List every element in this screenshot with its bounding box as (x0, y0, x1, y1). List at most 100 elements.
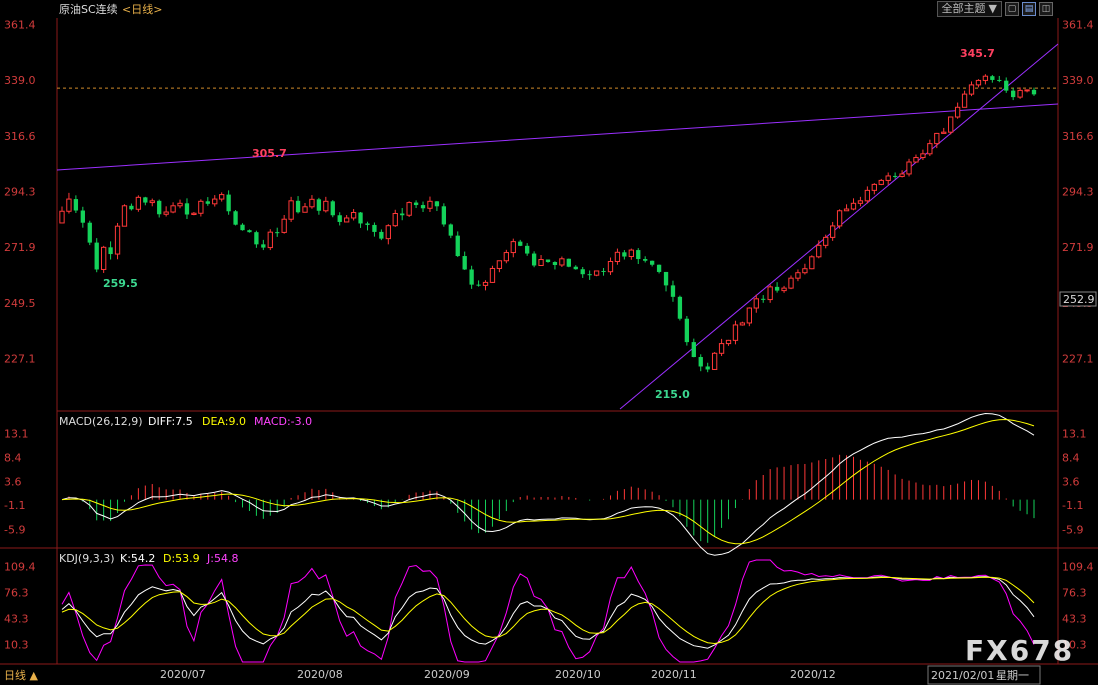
price-tick-label: 361.4 (1062, 18, 1094, 31)
last-price-value: 252.9 (1063, 293, 1095, 306)
candle-body (1017, 89, 1023, 98)
candle-body (302, 206, 308, 213)
candle-body (968, 84, 975, 95)
candle-body (365, 223, 370, 225)
candle-body (163, 211, 169, 215)
kdj-axis: 109.4 109.476.3 76.343.3 43.310.3 10.3 (4, 561, 1094, 652)
date-label: 2020/11 (651, 668, 697, 681)
candle-body (233, 211, 238, 225)
candle-body (400, 213, 405, 216)
candle-body (767, 286, 773, 301)
candle-body (975, 79, 982, 86)
candle-body (711, 352, 718, 370)
candle-body (677, 296, 683, 319)
candle-body (157, 200, 162, 215)
candle-body (108, 247, 113, 255)
price-tick-label: 316.6 (1062, 130, 1094, 143)
candle-body (205, 201, 210, 204)
candle-body (476, 284, 481, 286)
candle-body (80, 210, 85, 223)
price-tick-label: 294.3 (1062, 185, 1094, 198)
candle-body (885, 175, 891, 181)
candle-body (593, 270, 600, 276)
candle-body (614, 251, 621, 263)
candle-body (538, 259, 544, 266)
low-price-label-1: 259.5 (103, 277, 138, 290)
macd-diff-value: DIFF:7.5 (148, 415, 193, 428)
candle-body (573, 266, 578, 270)
candle-body (920, 153, 926, 159)
main-price-axis: 361.4 361.4 339.0 339.0 316.6 316.6 294.3 294.3… (4, 18, 1094, 365)
candle-body (878, 179, 884, 185)
candle-body (73, 199, 79, 211)
macd-histogram (68, 454, 1035, 543)
candle-body (913, 157, 919, 163)
kdj-tick-label: 109.4 (4, 561, 36, 574)
price-tick-label: 339.0 (4, 74, 36, 87)
macd-indicator-name[interactable]: MACD(26,12,9) (59, 415, 143, 428)
candle-body (531, 253, 537, 266)
chart-canvas[interactable]: 361.4 361.4 339.0 339.0 316.6 316.6 294.3 294.3… (0, 0, 1098, 685)
candle-body (372, 224, 377, 232)
candle-body (663, 271, 669, 286)
period-label[interactable]: <日线> (122, 2, 162, 16)
candle-body (691, 342, 696, 358)
cursor-date: 2021/02/01 (931, 669, 994, 682)
candle-body (496, 260, 503, 269)
macd-tick-label: -1.1 (1062, 499, 1083, 512)
candle-body (649, 260, 655, 265)
price-tick-label: 339.0 (1062, 74, 1094, 87)
candle-body (503, 252, 509, 262)
macd-tick-label: 13.1 (4, 428, 29, 441)
layout-icon[interactable]: ◫ (1039, 2, 1053, 16)
candle-body (510, 241, 516, 254)
candle-body (267, 231, 273, 249)
price-tick-label: 227.1 (1062, 353, 1094, 366)
date-label: 2020/10 (555, 668, 601, 681)
chart-window: 361.4 361.4 339.0 339.0 316.6 316.6 294.3 294.3… (0, 0, 1098, 685)
date-label: 2020/09 (424, 668, 470, 681)
macd-axis: 13.1 13.1 8.4 8.4 3.6 3.6 -1.1 -1.1 -5.9 -5.9 (4, 428, 1087, 537)
theme-dropdown[interactable]: 全部主题 ▼ (936, 1, 1002, 17)
candle-body (462, 256, 467, 270)
candle-body (906, 161, 912, 175)
candle-body (899, 173, 905, 177)
candle-body (823, 236, 829, 246)
theme-dropdown-label: 全部主题 (941, 2, 986, 15)
candle-body (358, 212, 363, 224)
candle-body (580, 269, 585, 275)
candle-body (344, 217, 350, 223)
kdj-lines (61, 559, 1035, 663)
date-label: 2020/12 (790, 668, 836, 681)
candle-body (198, 200, 204, 214)
maximize-icon[interactable]: ▤ (1022, 2, 1036, 16)
kdj-tick-label: 43.3 (1062, 613, 1087, 626)
candle-body (434, 201, 440, 207)
candle-body (781, 287, 787, 292)
candle-body (87, 222, 92, 243)
kdj-j-value: J:54.8 (206, 552, 238, 565)
macd-value: MACD:-3.0 (254, 415, 312, 428)
macd-tick-label: 13.1 (1062, 428, 1087, 441)
candle-body (816, 244, 822, 258)
period-switch[interactable]: 日线 ▲ (4, 668, 38, 682)
candle-body (525, 245, 530, 254)
low-price-label-2: 215.0 (655, 388, 690, 401)
kdj-tick-label: 76.3 (4, 587, 29, 600)
candle-body (990, 76, 995, 80)
kdj-indicator-name[interactable]: KDJ(9,3,3) (59, 552, 115, 565)
candle-body (587, 274, 592, 276)
candle-body (420, 205, 426, 209)
candle-body (566, 258, 571, 267)
restore-icon[interactable]: ▢ (1005, 2, 1019, 16)
candle-body (739, 322, 746, 326)
candle-body (997, 79, 1002, 81)
date-label: 2020/08 (297, 668, 343, 681)
candle-body (788, 277, 794, 289)
candle-body (212, 198, 218, 205)
watermark: FX678 (965, 634, 1074, 667)
candle-body (101, 246, 107, 270)
candle-body (350, 212, 357, 219)
candle-body (240, 224, 245, 231)
candle-body (448, 224, 453, 236)
